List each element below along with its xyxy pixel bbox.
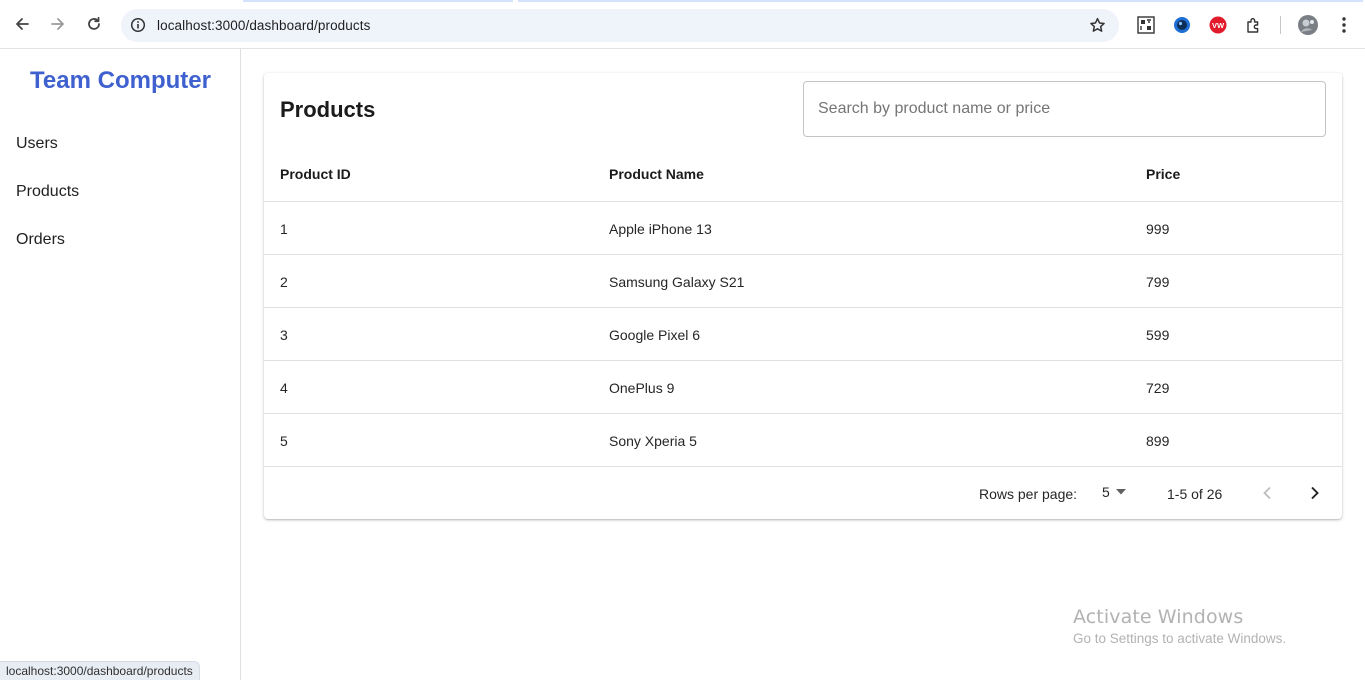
forward-arrow-icon — [51, 18, 64, 30]
qr-extension-icon — [1137, 16, 1155, 34]
next-page-button[interactable] — [1302, 480, 1328, 506]
toolbar-divider — [1280, 16, 1281, 34]
sidebar-item-users[interactable]: Users — [16, 135, 58, 153]
rows-per-page-value[interactable]: 5 — [1102, 484, 1110, 500]
column-header-product-name: Product Name — [609, 166, 704, 182]
pagination-range: 1-5 of 26 — [1167, 486, 1223, 502]
watermark-title: Activate Windows — [1073, 606, 1244, 628]
back-arrow-icon — [16, 18, 29, 30]
cell-price: 999 — [1146, 221, 1170, 237]
puzzle-extensions-icon — [1247, 18, 1259, 33]
address-bar[interactable]: localhost:3000/dashboard/products — [121, 9, 1119, 42]
bookmark-button[interactable] — [1087, 15, 1107, 35]
cell-product-id: 3 — [280, 327, 288, 343]
site-info-icon — [130, 17, 146, 33]
table-row: 2 Samsung Galaxy S21 799 — [264, 255, 1342, 308]
reload-button[interactable] — [82, 12, 106, 36]
blue-circle-extension-button[interactable] — [1171, 14, 1193, 36]
chevron-left-icon — [1263, 486, 1271, 500]
rows-per-page-select[interactable]: 5 — [1102, 479, 1126, 505]
site-info-button[interactable] — [128, 15, 148, 35]
cell-price: 899 — [1146, 433, 1170, 449]
cell-product-id: 5 — [280, 433, 288, 449]
rows-per-page-label: Rows per page: — [979, 486, 1078, 502]
windows-activation-watermark: Activate Windows Go to Settings to activ… — [1073, 606, 1286, 646]
forward-button[interactable] — [46, 12, 70, 36]
cell-product-name: Google Pixel 6 — [609, 327, 701, 343]
bookmark-star-icon — [1089, 17, 1105, 32]
table-row: 5 Sony Xperia 5 899 — [264, 414, 1342, 467]
cell-product-name: Sony Xperia 5 — [609, 433, 697, 449]
column-header-price: Price — [1146, 166, 1181, 182]
profile-avatar-icon — [1298, 15, 1318, 35]
watermark-subtitle: Go to Settings to activate Windows. — [1073, 631, 1287, 646]
products-card: Products Product ID Product Name Price 1… — [264, 73, 1342, 519]
sidebar: Team Computer Users Products Orders — [0, 49, 241, 680]
link-status-bubble: localhost:3000/dashboard/products — [0, 661, 200, 680]
cell-product-id: 1 — [280, 221, 288, 237]
red-vw-extension-button[interactable]: VW — [1207, 14, 1229, 36]
cell-price: 729 — [1146, 380, 1170, 396]
profile-button[interactable] — [1297, 14, 1319, 36]
cell-product-id: 4 — [280, 380, 288, 396]
sidebar-item-orders[interactable]: Orders — [16, 231, 65, 249]
tab-strip-edge — [0, 0, 1365, 2]
caret-down-icon — [1115, 489, 1126, 495]
table-header: Product ID Product Name Price — [264, 149, 1342, 202]
chevron-right-icon — [1311, 486, 1319, 500]
cell-product-name: OnePlus 9 — [609, 380, 675, 396]
extensions-button[interactable] — [1243, 14, 1265, 36]
reload-icon — [88, 16, 100, 30]
table-row: 1 Apple iPhone 13 999 — [264, 202, 1342, 255]
table-row: 3 Google Pixel 6 599 — [264, 308, 1342, 361]
cell-product-name: Samsung Galaxy S21 — [609, 274, 745, 290]
column-header-product-id: Product ID — [280, 166, 351, 182]
search-input[interactable] — [803, 81, 1326, 137]
blue-circle-extension-icon — [1174, 17, 1190, 33]
browser-toolbar: localhost:3000/dashboard/products VW — [0, 0, 1365, 49]
page-title: Products — [280, 97, 376, 122]
kebab-menu-icon — [1342, 17, 1346, 33]
cell-product-name: Apple iPhone 13 — [609, 221, 712, 237]
table-row: 4 OnePlus 9 729 — [264, 361, 1342, 414]
brand-title: Team Computer — [30, 67, 211, 94]
previous-page-button[interactable] — [1254, 480, 1280, 506]
back-button[interactable] — [10, 12, 34, 36]
cell-price: 599 — [1146, 327, 1170, 343]
red-vw-extension-icon: VW — [1209, 16, 1227, 34]
browser-menu-button[interactable] — [1333, 14, 1355, 36]
address-url[interactable]: localhost:3000/dashboard/products — [157, 18, 370, 33]
svg-text:VW: VW — [1212, 21, 1225, 30]
sidebar-item-products[interactable]: Products — [16, 183, 79, 201]
cell-price: 799 — [1146, 274, 1170, 290]
qr-extension-button[interactable] — [1135, 14, 1157, 36]
table-pagination: Rows per page: 5 1-5 of 26 — [264, 467, 1342, 519]
cell-product-id: 2 — [280, 274, 288, 290]
